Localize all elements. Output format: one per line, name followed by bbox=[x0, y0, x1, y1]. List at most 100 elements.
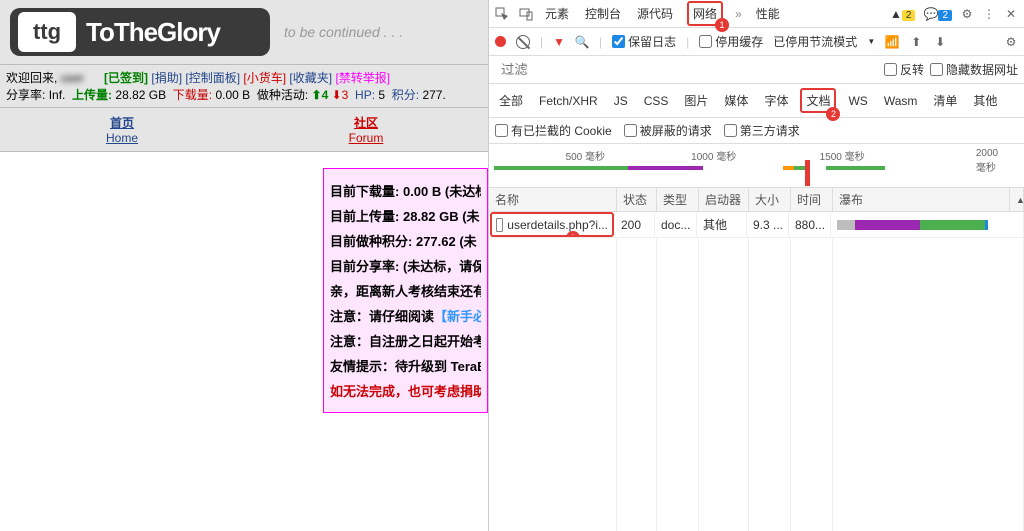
ftab-other[interactable]: 其他 bbox=[969, 90, 1001, 111]
banreport-link[interactable]: [禁转举报] bbox=[335, 71, 390, 85]
dn-val: 0.00 B bbox=[215, 88, 250, 102]
pts-label: 积分: bbox=[392, 88, 419, 102]
site-pane: ttg ToTheGlory to be continued . . . 欢迎回… bbox=[0, 0, 488, 531]
cpanel-link[interactable]: [控制面板] bbox=[185, 71, 240, 85]
blocked-cookie-checkbox[interactable]: 有已拦截的 Cookie bbox=[495, 122, 612, 139]
donate-text-link[interactable]: 捐助 bbox=[460, 384, 481, 399]
logo-text: ToTheGlory bbox=[86, 17, 220, 48]
share-label: 分享率: bbox=[6, 88, 45, 102]
annotation-badge-1: 1 bbox=[715, 18, 729, 32]
disable-cache-checkbox[interactable]: 停用缓存 bbox=[699, 33, 763, 50]
newbie-link[interactable]: 【新手必 bbox=[434, 309, 481, 324]
invert-checkbox[interactable]: 反转 bbox=[884, 61, 924, 78]
network-row[interactable]: userdetails.php?i... 3 200 doc... 其他 9.3… bbox=[489, 212, 1024, 238]
tab-network-label: 网络 bbox=[693, 7, 717, 21]
timeline-overview[interactable]: 500 毫秒 1000 毫秒 1500 毫秒 2000 毫秒 bbox=[489, 144, 1024, 188]
col-waterfall[interactable]: 瀑布 bbox=[833, 188, 1010, 211]
ftab-font[interactable]: 字体 bbox=[760, 90, 792, 111]
nav-home[interactable]: 首页 Home bbox=[0, 108, 244, 151]
preserve-log-checkbox[interactable]: 保留日志 bbox=[612, 33, 676, 50]
truck-link[interactable]: [小货车] bbox=[243, 71, 286, 85]
filter-input[interactable] bbox=[495, 59, 878, 80]
blocked-req-checkbox[interactable]: 被屏蔽的请求 bbox=[624, 122, 712, 139]
nav-forum-cn: 社区 bbox=[354, 116, 378, 130]
request-name-cell: userdetails.php?i... 3 bbox=[490, 212, 614, 237]
col-name[interactable]: 名称 bbox=[489, 188, 617, 211]
clear-button[interactable] bbox=[516, 35, 530, 49]
ftab-all[interactable]: 全部 bbox=[495, 90, 527, 111]
device-icon[interactable] bbox=[519, 7, 533, 21]
settings-icon[interactable]: ⚙ bbox=[960, 7, 974, 21]
nav-forum[interactable]: 社区 Forum bbox=[244, 108, 488, 151]
wifi-icon[interactable]: 📶 bbox=[885, 35, 899, 49]
status-cell: 200 bbox=[615, 212, 655, 237]
seed-up: 4 bbox=[322, 88, 329, 102]
welcome-label: 欢迎回来, bbox=[6, 71, 57, 85]
site-header: ttg ToTheGlory to be continued . . . bbox=[0, 0, 488, 64]
fav-link[interactable]: [收藏夹] bbox=[289, 71, 332, 85]
more-icon[interactable]: ⋮ bbox=[982, 7, 996, 21]
username-blurred: user bbox=[61, 71, 101, 85]
nav-forum-en: Forum bbox=[349, 131, 384, 145]
third-party-checkbox[interactable]: 第三方请求 bbox=[724, 122, 800, 139]
up-label: 上传量: bbox=[72, 88, 112, 102]
hp-val: 5 bbox=[378, 88, 385, 102]
network-settings-icon[interactable]: ⚙ bbox=[1004, 35, 1018, 49]
notice2: 注意：自注册之日起开始考 bbox=[330, 331, 481, 350]
seed-dn: 3 bbox=[342, 88, 349, 102]
ftab-fetch[interactable]: Fetch/XHR bbox=[535, 92, 602, 110]
upload-icon[interactable]: ⬆ bbox=[909, 35, 923, 49]
col-size[interactable]: 大小 bbox=[749, 188, 791, 211]
filter-row: 反转 隐藏数据网址 bbox=[489, 56, 1024, 84]
type-cell: doc... bbox=[655, 212, 697, 237]
hp-label: HP: bbox=[355, 88, 375, 102]
info-badge[interactable]: 💬2 bbox=[923, 7, 952, 21]
devtools-panel: 元素 控制台 源代码 网络 1 » 性能 ▲2 💬2 ⚙ ⋮ ✕ | ▼ 🔍 |… bbox=[488, 0, 1024, 531]
download-icon[interactable]: ⬇ bbox=[933, 35, 947, 49]
signed-link[interactable]: [已签到] bbox=[104, 71, 148, 85]
col-status[interactable]: 状态 bbox=[617, 188, 657, 211]
seed-label: 做种活动: bbox=[257, 88, 308, 102]
inspect-icon[interactable] bbox=[495, 7, 509, 21]
devtools-tabs: 元素 控制台 源代码 网络 1 » 性能 bbox=[543, 0, 782, 28]
pts-val: 277. bbox=[422, 88, 445, 102]
ratio-val: (未达标，请保 bbox=[403, 259, 481, 274]
ratio-label: 目前分享率: bbox=[330, 259, 399, 274]
tab-elements[interactable]: 元素 bbox=[543, 0, 571, 28]
donate-link[interactable]: [捐助] bbox=[151, 71, 182, 85]
ftab-img[interactable]: 图片 bbox=[680, 90, 712, 111]
warning-badge[interactable]: ▲2 bbox=[890, 7, 915, 21]
tagline: to be continued . . . bbox=[284, 24, 403, 40]
tl-label-1000: 1000 毫秒 bbox=[691, 148, 736, 163]
request-name: userdetails.php?i... bbox=[507, 218, 608, 232]
fail-text: 如无法完成，也可考虑 bbox=[330, 384, 460, 399]
throttle-select[interactable]: 已停用节流模式 bbox=[773, 33, 857, 50]
ftab-js[interactable]: JS bbox=[610, 92, 632, 110]
site-logo[interactable]: ttg ToTheGlory bbox=[10, 8, 270, 56]
record-button[interactable] bbox=[495, 36, 506, 47]
tl-label-500: 500 毫秒 bbox=[566, 148, 605, 163]
ftab-doc[interactable]: 文档 2 bbox=[800, 88, 836, 113]
filter-toggle-icon[interactable]: ▼ bbox=[553, 35, 565, 49]
tab-console[interactable]: 控制台 bbox=[583, 0, 623, 28]
ftab-media[interactable]: 媒体 bbox=[720, 90, 752, 111]
tab-network[interactable]: 网络 1 bbox=[687, 1, 723, 26]
hide-dataurl-checkbox[interactable]: 隐藏数据网址 bbox=[930, 61, 1018, 78]
tab-performance[interactable]: 性能 bbox=[754, 0, 782, 28]
ul-val: 28.82 GB (未 bbox=[403, 209, 480, 224]
col-time[interactable]: 时间 bbox=[791, 188, 833, 211]
search-icon[interactable]: 🔍 bbox=[575, 35, 589, 49]
seed-pts-label: 目前做种积分: bbox=[330, 234, 412, 249]
ftab-wasm[interactable]: Wasm bbox=[880, 92, 922, 110]
col-initiator[interactable]: 启动器 bbox=[699, 188, 749, 211]
ftab-manifest[interactable]: 清单 bbox=[929, 90, 961, 111]
tab-sources[interactable]: 源代码 bbox=[635, 0, 675, 28]
dl-val: 0.00 B (未达标 bbox=[403, 184, 481, 199]
size-cell: 9.3 ... bbox=[747, 212, 789, 237]
col-type[interactable]: 类型 bbox=[657, 188, 699, 211]
ftab-ws[interactable]: WS bbox=[844, 92, 871, 110]
ftab-css[interactable]: CSS bbox=[640, 92, 673, 110]
close-icon[interactable]: ✕ bbox=[1004, 7, 1018, 21]
notice1a: 注意：请仔细阅读 bbox=[330, 309, 434, 324]
network-table-header: 名称 状态 类型 启动器 大小 时间 瀑布 ▲ bbox=[489, 188, 1024, 212]
